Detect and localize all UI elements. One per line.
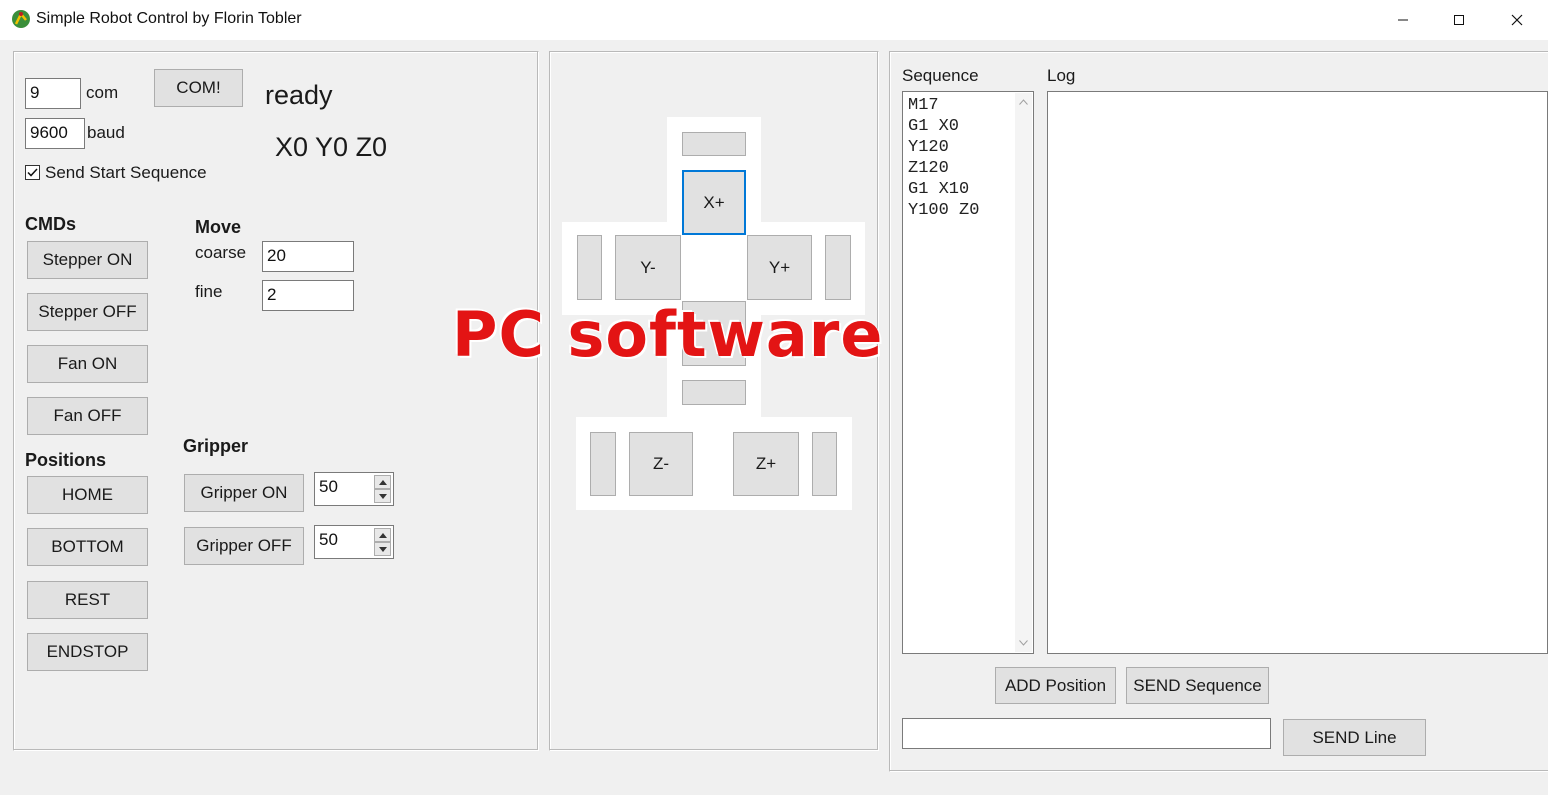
x-plus-button[interactable]: X+ [682, 170, 746, 235]
x-coarse-minus-button[interactable] [682, 380, 746, 405]
close-icon [1511, 14, 1523, 26]
send-sequence-button[interactable]: SEND Sequence [1126, 667, 1269, 704]
com-port-input[interactable]: 9 [25, 78, 81, 109]
x-coarse-plus-button[interactable] [682, 132, 746, 156]
send-line-input[interactable] [902, 718, 1271, 749]
com-connect-button[interactable]: COM! [154, 69, 243, 107]
minimize-button[interactable] [1374, 0, 1432, 40]
sequence-line: Z120 [908, 159, 949, 178]
arrow-up-icon [378, 532, 387, 538]
minimize-icon [1398, 19, 1408, 21]
fine-label: fine [195, 282, 223, 301]
fan-off-button[interactable]: Fan OFF [27, 397, 148, 435]
sequence-line: Y120 [908, 138, 949, 157]
cmds-heading: CMDs [25, 214, 77, 234]
stepper-off-button[interactable]: Stepper OFF [27, 293, 148, 331]
arrow-up-icon [378, 479, 387, 485]
window-title: Simple Robot Control by Florin Tobler [36, 10, 302, 27]
send-start-sequence-checkbox[interactable] [25, 165, 40, 180]
close-button[interactable] [1488, 0, 1546, 40]
z-coarse-minus-button[interactable] [590, 432, 616, 496]
log-label: Log [1047, 66, 1076, 85]
bottom-button[interactable]: BOTTOM [27, 528, 148, 566]
jog-pad-z-bg [576, 417, 852, 510]
gripper-on-value: 50 [319, 477, 338, 496]
home-button[interactable]: HOME [27, 476, 148, 514]
baud-label: baud [87, 123, 125, 142]
send-start-sequence-label: Send Start Sequence [45, 163, 207, 182]
spin-up-button[interactable] [374, 528, 391, 542]
sequence-line: G1 X10 [908, 180, 970, 199]
y-minus-button[interactable]: Y- [615, 235, 681, 300]
gripper-on-button[interactable]: Gripper ON [184, 474, 304, 512]
pc-software-watermark: PC software [452, 298, 884, 371]
coarse-step-input[interactable]: 20 [262, 241, 354, 272]
sequence-line: M17 [908, 96, 939, 115]
chevron-up-icon [1019, 99, 1028, 105]
maximize-icon [1454, 15, 1464, 25]
maximize-button[interactable] [1430, 0, 1488, 40]
y-plus-button[interactable]: Y+ [747, 235, 812, 300]
coarse-label: coarse [195, 243, 247, 262]
sequence-scrollbar[interactable] [1015, 93, 1032, 652]
gripper-off-spinbox[interactable]: 50 [314, 525, 394, 559]
sequence-line: Y100 Z0 [908, 201, 980, 220]
y-coarse-plus-button[interactable] [825, 235, 851, 300]
z-minus-button[interactable]: Z- [629, 432, 693, 496]
z-plus-button[interactable]: Z+ [733, 432, 799, 496]
gripper-off-button[interactable]: Gripper OFF [184, 527, 304, 565]
move-heading: Move [195, 217, 242, 237]
sequence-label: Sequence [902, 66, 979, 85]
gripper-on-spinbox[interactable]: 50 [314, 472, 394, 506]
z-coarse-plus-button[interactable] [812, 432, 837, 496]
connection-status: ready [265, 80, 333, 110]
chevron-down-icon [1019, 640, 1028, 646]
y-coarse-minus-button[interactable] [577, 235, 602, 300]
arrow-down-icon [378, 546, 387, 552]
gripper-off-value: 50 [319, 530, 338, 549]
baud-rate-input[interactable]: 9600 [25, 118, 85, 149]
spin-down-button[interactable] [374, 542, 391, 556]
add-position-button[interactable]: ADD Position [995, 667, 1116, 704]
com-label: com [86, 83, 119, 102]
arrow-down-icon [378, 493, 387, 499]
send-line-button[interactable]: SEND Line [1283, 719, 1426, 756]
log-textbox[interactable] [1047, 91, 1548, 654]
stepper-on-button[interactable]: Stepper ON [27, 241, 148, 279]
spin-up-button[interactable] [374, 475, 391, 489]
sequence-line: G1 X0 [908, 117, 960, 136]
gripper-heading: Gripper [183, 436, 249, 456]
fan-on-button[interactable]: Fan ON [27, 345, 148, 383]
positions-heading: Positions [25, 450, 107, 470]
position-readout: X0 Y0 Z0 [275, 132, 388, 162]
robot-arm-icon [12, 10, 30, 28]
spin-down-button[interactable] [374, 489, 391, 503]
title-bar: Simple Robot Control by Florin Tobler [0, 0, 1548, 40]
checkmark-icon [27, 168, 38, 177]
endstop-button[interactable]: ENDSTOP [27, 633, 148, 671]
rest-button[interactable]: REST [27, 581, 148, 619]
fine-step-input[interactable]: 2 [262, 280, 354, 311]
sequence-textbox[interactable]: M17 G1 X0 Y120 Z120 G1 X10 Y100 Z0 [902, 91, 1034, 654]
